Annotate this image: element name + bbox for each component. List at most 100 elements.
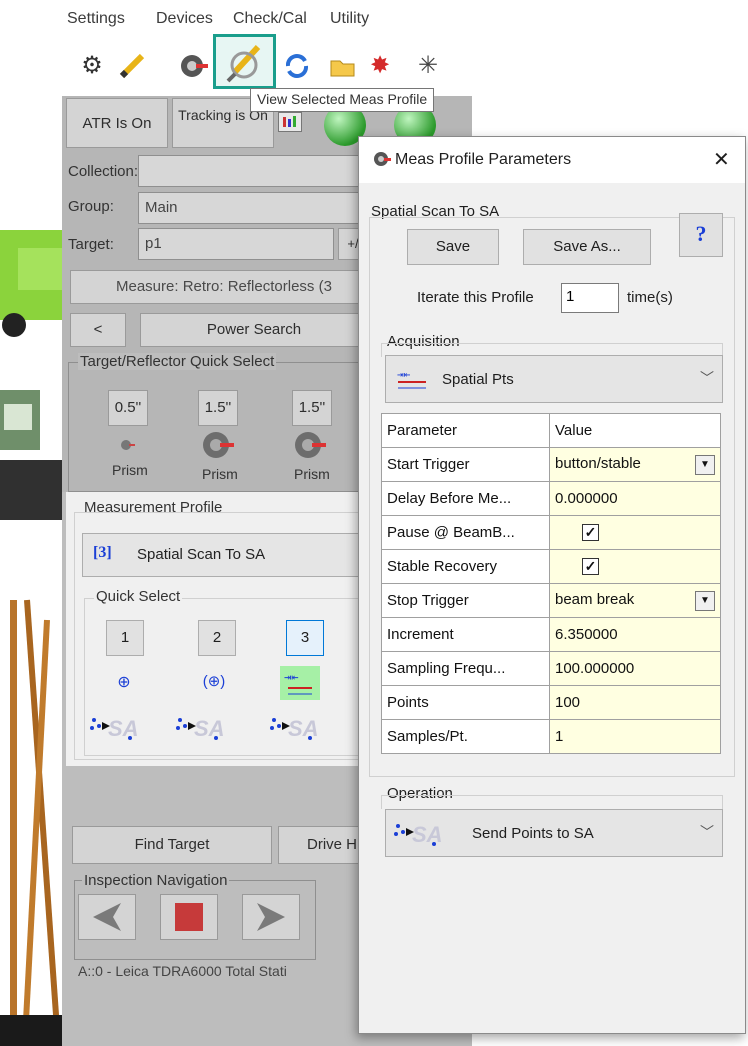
param-name: Stop Trigger <box>381 583 550 618</box>
prev-button[interactable]: < <box>70 313 126 347</box>
dropdown-arrow-icon[interactable]: ▼ <box>695 454 715 475</box>
target-input[interactable]: p1 <box>138 228 334 260</box>
save-button[interactable]: Save <box>407 229 499 265</box>
nav-stop-button[interactable] <box>160 894 218 940</box>
prism-icon <box>294 430 326 460</box>
arrow-left-icon <box>93 903 121 931</box>
pencil-icon[interactable] <box>118 52 146 80</box>
table-row[interactable]: Start Trigger button/stable ▼ <box>381 447 721 482</box>
param-name: Sampling Frequ... <box>381 651 550 686</box>
table-row[interactable]: Sampling Frequ... 100.000000 <box>381 651 721 686</box>
svg-text:⇥⇤: ⇥⇤ <box>397 368 411 381</box>
param-value: button/stable <box>555 454 641 472</box>
nav-forward-button[interactable] <box>242 894 300 940</box>
group-select[interactable]: Main <box>138 192 368 224</box>
svg-text:SA: SA <box>108 716 139 741</box>
param-value[interactable]: 0.000000 <box>549 481 721 516</box>
param-value[interactable]: 6.350000 <box>549 617 721 652</box>
prism-small-icon <box>119 438 135 452</box>
nav-back-button[interactable] <box>78 894 136 940</box>
power-search-button[interactable]: Power Search <box>140 313 368 347</box>
param-value-dropdown[interactable]: beam break ▼ <box>549 583 721 618</box>
param-value-dropdown[interactable]: button/stable ▼ <box>549 447 721 482</box>
table-row[interactable]: Stop Trigger beam break ▼ <box>381 583 721 618</box>
find-target-button[interactable]: Find Target <box>72 826 272 864</box>
sa-logo-icon: SA <box>268 712 334 742</box>
profile-name: Spatial Scan To SA <box>137 546 266 563</box>
checkbox-checked[interactable]: ✓ <box>582 558 599 576</box>
reflector-label-3: Prism <box>294 466 330 482</box>
meas-profile-dialog: Meas Profile Parameters ✕ Spatial Scan T… <box>358 136 746 1034</box>
quick-button-2[interactable]: 2 <box>198 620 236 656</box>
reflector-button-3[interactable]: 1.5'' <box>292 390 332 426</box>
table-row[interactable]: Increment 6.350000 <box>381 617 721 652</box>
param-value-checkbox[interactable]: ✓ <box>549 515 721 550</box>
spatial-scan-icon: ⇥⇤ <box>280 666 320 700</box>
reflector-label-2: Prism <box>202 466 238 482</box>
table-row[interactable]: Points 100 <box>381 685 721 720</box>
help-button[interactable]: ? <box>679 213 723 257</box>
profile-select[interactable]: [3] Spatial Scan To SA <box>82 533 372 577</box>
iterate-input[interactable]: 1 <box>561 283 619 313</box>
operation-value: Send Points to SA <box>472 825 594 842</box>
svg-text:SA: SA <box>288 716 319 741</box>
operation-group <box>381 795 723 809</box>
menu-settings[interactable]: Settings <box>67 10 125 28</box>
param-name: Samples/Pt. <box>381 719 550 754</box>
folder-icon[interactable] <box>328 52 356 80</box>
chart-icon[interactable] <box>278 112 302 132</box>
single-point-icon: ⊕ <box>117 674 131 691</box>
target-label: Target: <box>68 236 114 253</box>
sparkle-icon[interactable]: ✳ <box>414 52 442 80</box>
instrument-3d-render <box>0 230 64 1046</box>
operation-select[interactable]: SA Send Points to SA ﹀ <box>385 809 723 857</box>
refresh-icon[interactable] <box>283 52 311 80</box>
iterate-label: Iterate this Profile <box>417 289 534 306</box>
table-row[interactable]: Samples/Pt. 1 <box>381 719 721 754</box>
param-value[interactable]: 1 <box>549 719 721 754</box>
prism-icon <box>202 430 234 460</box>
sparkle-red-icon[interactable]: ✸ <box>366 52 394 80</box>
param-name: Increment <box>381 617 550 652</box>
tooltip: View Selected Meas Profile <box>250 88 435 112</box>
menu-utility[interactable]: Utility <box>330 10 369 28</box>
inspection-navigation-title: Inspection Navigation <box>82 872 230 889</box>
reflector-label-1: Prism <box>112 462 148 478</box>
dropdown-arrow-icon[interactable]: ▼ <box>695 590 715 611</box>
param-value-checkbox[interactable]: ✓ <box>549 549 721 584</box>
table-row[interactable]: Stable Recovery ✓ <box>381 549 721 584</box>
svg-text:SA: SA <box>194 716 225 741</box>
sa-logo-icon: SA <box>394 822 443 847</box>
target-icon[interactable] <box>180 52 208 80</box>
group-label: Group: <box>68 198 114 215</box>
checkbox-checked[interactable]: ✓ <box>582 524 599 542</box>
view-profile-button[interactable] <box>213 34 276 89</box>
param-name: Start Trigger <box>381 447 550 482</box>
atr-button[interactable]: ATR Is On <box>66 98 168 148</box>
menu-bar: Settings Devices Check/Cal Utility <box>62 0 472 36</box>
reflector-quick-select-title: Target/Reflector Quick Select <box>78 353 277 370</box>
quick-button-1[interactable]: 1 <box>106 620 144 656</box>
param-name: Points <box>381 685 550 720</box>
param-value[interactable]: 100 <box>549 685 721 720</box>
close-icon[interactable]: ✕ <box>713 147 730 172</box>
quick-button-3[interactable]: 3 <box>286 620 324 656</box>
table-row[interactable]: Pause @ BeamB... ✓ <box>381 515 721 550</box>
save-as-button[interactable]: Save As... <box>523 229 651 265</box>
acquisition-select[interactable]: ⇥⇤ Spatial Pts ﹀ <box>385 355 723 403</box>
dialog-title-bar[interactable]: Meas Profile Parameters ✕ <box>359 137 745 183</box>
sa-logo-icon: SA <box>88 712 154 742</box>
gear-icon[interactable]: ⚙ <box>78 52 106 80</box>
profile-index: [3] <box>93 544 112 561</box>
collection-label: Collection: <box>68 163 139 180</box>
param-value: beam break <box>555 590 635 608</box>
collection-select[interactable] <box>138 155 368 187</box>
measure-mode-button[interactable]: Measure: Retro: Reflectorless (3 <box>70 270 368 304</box>
svg-text:⇥⇤: ⇥⇤ <box>284 670 298 684</box>
menu-devices[interactable]: Devices <box>156 10 213 28</box>
reflector-button-2[interactable]: 1.5'' <box>198 390 238 426</box>
table-row[interactable]: Delay Before Me... 0.000000 <box>381 481 721 516</box>
menu-check-cal[interactable]: Check/Cal <box>233 10 307 28</box>
reflector-button-1[interactable]: 0.5'' <box>108 390 148 426</box>
param-value[interactable]: 100.000000 <box>549 651 721 686</box>
